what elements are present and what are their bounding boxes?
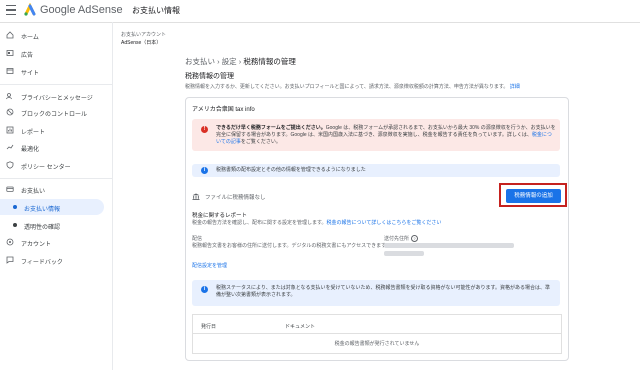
empty-table-message: 税金の報告書類が発行されていません: [334, 341, 420, 347]
tax-report-learn-link[interactable]: 税金の報告について詳しくはこちらをご覧ください: [327, 220, 442, 226]
table-divider: [193, 333, 561, 334]
breadcrumb-settings[interactable]: 設定: [222, 57, 237, 66]
report-description: 税金の報告方法を確認し、配布に関する設定を管理します。税金の報告について詳しくは…: [192, 219, 441, 226]
bullet-dot-icon: [13, 223, 17, 227]
warning-bold: できるだけ早く税務フォームをご提出ください。: [216, 125, 326, 131]
privacy-icon: [6, 93, 12, 100]
sidebar-item-transparency[interactable]: 透明性の確認: [0, 217, 104, 233]
sidebar-item-policy-center[interactable]: ポリシー センター: [0, 157, 104, 173]
menu-icon[interactable]: [6, 5, 16, 15]
sidebar-item-label: プライバシーとメッセージ: [21, 96, 93, 102]
column-header-document: ドキュメント: [285, 324, 316, 330]
bank-icon: [192, 193, 200, 200]
learn-more-link[interactable]: 詳細: [510, 84, 520, 90]
tax-form-warning: ! できるだけ早く税務フォームをご提出ください。Google は、税務フォームが…: [192, 119, 560, 151]
delivery-label: 配信: [192, 236, 203, 242]
sidebar-item-privacy[interactable]: プライバシーとメッセージ: [0, 88, 104, 104]
page-heading: お支払い情報: [132, 6, 180, 15]
sidebar-item-payment-info[interactable]: お支払い情報: [0, 199, 104, 215]
breadcrumb: お支払い › 設定 › 税務情報の管理: [185, 56, 296, 67]
redacted-address: [384, 251, 424, 256]
warning-tail: をご覧ください。: [240, 139, 281, 145]
bullet-dot-icon: [13, 205, 17, 209]
column-header-issue-date: 発行日: [201, 324, 217, 330]
sites-icon: [6, 68, 14, 74]
sidebar-item-payments[interactable]: お支払い: [0, 181, 104, 197]
section-description: 税務情報を入力するか、更新してください。お支払いプロフィールと国によって、請求方…: [185, 83, 520, 90]
sidebar-item-label: 透明性の確認: [24, 225, 61, 231]
ads-icon: [6, 50, 14, 56]
sidebar-item-label: フィードバック: [21, 260, 63, 266]
sidebar-item-label: レポート: [21, 130, 46, 136]
sidebar-item-feedback[interactable]: フィードバック: [0, 252, 104, 268]
payment-account-info: お支払いアカウント AdSense（日本）: [121, 31, 166, 47]
no-tax-info-label: ファイルに税務情報なし: [205, 195, 266, 201]
account-name: AdSense（日本）: [121, 40, 162, 46]
payments-icon: [6, 186, 14, 192]
breadcrumb-current: 税務情報の管理: [243, 57, 296, 66]
sidebar-item-home[interactable]: ホーム: [0, 27, 104, 43]
policy-icon: [6, 161, 14, 169]
section-title: 税務情報の管理: [185, 73, 234, 80]
home-icon: [6, 31, 14, 39]
eligibility-info-notice: i 税務ステータスにより、または対象となる支払いを受けていないため、税務報告書類…: [192, 280, 560, 306]
report-desc-text: 税金の報告方法を確認し、配布に関する設定を管理します。: [192, 220, 327, 226]
highlight-box: [499, 183, 567, 207]
sidebar-item-ads[interactable]: 広告: [0, 45, 104, 61]
adsense-logo-icon: [24, 3, 36, 16]
notice-text: 税務書類の配布設定とその他の情報を管理できるようになりました: [216, 167, 366, 173]
notice-text: 税務ステータスにより、または対象となる支払いを受けていないため、税務報告書類を受…: [216, 285, 551, 298]
sidebar-item-label: ブロックのコントロール: [21, 112, 88, 118]
sidebar-item-account[interactable]: アカウント: [0, 234, 104, 250]
sidebar-item-sites[interactable]: サイト: [0, 63, 104, 79]
help-icon[interactable]: ?: [411, 235, 419, 243]
distribution-info-notice: i 税務書類の配布設定とその他の情報を管理できるようになりました: [192, 164, 560, 177]
delivery-description: 税務報告文書をお客様の住所に送付します。デジタルの税務文書にもアクセスできます。: [192, 243, 391, 249]
card-title: アメリカ合衆国 tax info: [192, 107, 255, 113]
block-icon: [6, 108, 14, 116]
report-title: 税金に関するレポート: [192, 213, 248, 219]
sidebar-item-label: ホーム: [21, 35, 39, 41]
redacted-address: [384, 243, 514, 248]
account-icon: [6, 238, 14, 246]
top-bar: Google AdSense お支払い情報: [0, 0, 640, 23]
warning-text: できるだけ早く税務フォームをご提出ください。Google は、税務フォームが承認…: [216, 125, 556, 146]
tax-documents-table: 発行日 ドキュメント 税金の報告書類が発行されていません: [192, 314, 562, 354]
sidebar-item-label: サイト: [21, 71, 40, 77]
breadcrumb-payments[interactable]: お支払い: [185, 57, 215, 66]
error-icon: !: [201, 126, 208, 133]
sidebar: ホーム 広告 サイト プライバシーとメッセージ ブロックのコントロール レポート…: [0, 22, 113, 370]
account-label: お支払いアカウント: [121, 32, 167, 38]
tax-info-card: アメリカ合衆国 tax info ! できるだけ早く税務フォームをご提出ください…: [185, 97, 569, 361]
manage-delivery-link[interactable]: 配信設定を管理: [192, 262, 227, 269]
sidebar-item-block-controls[interactable]: ブロックのコントロール: [0, 104, 104, 120]
sidebar-item-label: ポリシー センター: [21, 165, 71, 171]
brand-name: Google AdSense: [40, 4, 123, 16]
sender-address-label: 送付先住所?: [384, 235, 419, 243]
sidebar-item-reports[interactable]: レポート: [0, 122, 104, 138]
sidebar-item-label: お支払い: [21, 189, 46, 195]
sidebar-divider: [0, 84, 112, 85]
sidebar-item-label: お支払い情報: [24, 207, 61, 213]
reports-icon: [6, 126, 14, 134]
optimize-icon: [6, 144, 14, 150]
feedback-icon: [6, 256, 14, 264]
info-icon: i: [201, 286, 208, 293]
info-icon: i: [201, 167, 208, 174]
sidebar-item-optimization[interactable]: 最適化: [0, 139, 104, 155]
sidebar-item-label: 最適化: [21, 147, 40, 153]
sender-address-text: 送付先住所: [384, 236, 410, 242]
sidebar-item-label: アカウント: [21, 242, 52, 248]
sidebar-divider: [0, 178, 112, 179]
description-text: 税務情報を入力するか、更新してください。お支払いプロフィールと国によって、請求方…: [185, 84, 509, 90]
sidebar-item-label: 広告: [21, 53, 34, 59]
